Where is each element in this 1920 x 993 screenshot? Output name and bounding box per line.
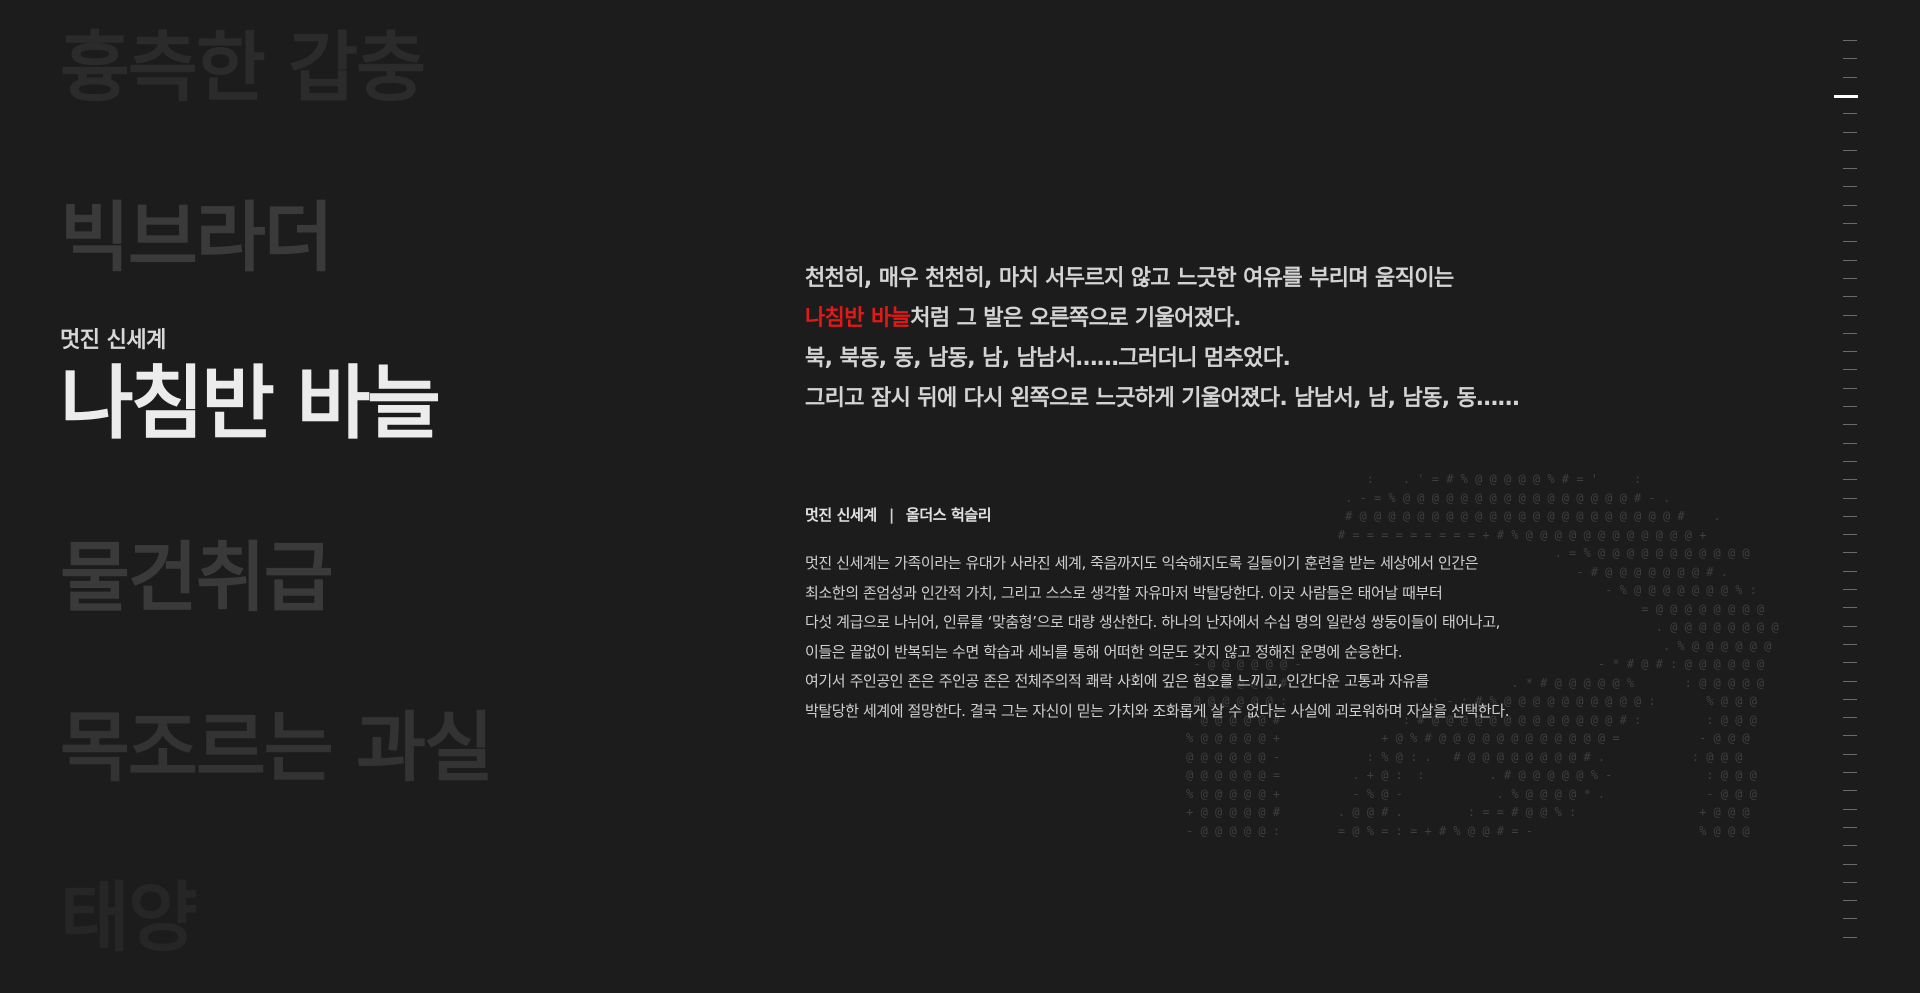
scroll-tick[interactable] (1843, 479, 1857, 481)
scroll-tick[interactable] (1843, 277, 1857, 279)
book-description-line: 멋진 신세계는 가족이라는 유대가 사라진 세계, 죽음까지도 익숙해지도록 길… (805, 554, 1479, 572)
scroll-tick[interactable] (1843, 76, 1857, 78)
book-description-line: 여기서 주인공인 존은 주인공 존은 전체주의적 쾌락 사회에 깊은 혐오를 느… (805, 672, 1429, 690)
scroll-tick[interactable] (1843, 863, 1857, 865)
ascii-art-line: + @ @ @ @ @ # . @ @ # . : = = # @ @ % : … (1150, 805, 1750, 819)
scroll-tick[interactable] (1843, 753, 1857, 755)
scroll-tick[interactable] (1843, 58, 1857, 60)
book-description-line: 박탈당한 세계에 절망한다. 결국 그는 자신이 믿는 가치와 조화롭게 살 수… (805, 701, 1510, 720)
quote-line-rest: 처럼 그 발은 오른쪽으로 기울어졌다. (910, 306, 1241, 331)
scroll-tick[interactable] (1843, 351, 1857, 353)
scroll-tick[interactable] (1843, 625, 1857, 627)
ascii-art-line: @ @ @ @ @ @ - : % @ : . # @ @ @ @ @ @ @ … (1150, 749, 1743, 764)
scroll-tick[interactable] (1843, 790, 1857, 792)
book-author: 올더스 헉슬리 (905, 506, 992, 524)
book-title: 멋진 신세계 (805, 506, 877, 524)
quote-line: 그리고 잠시 뒤에 다시 왼쪽으로 느긋하게 기울어졌다. 남남서, 남, 남동… (805, 386, 1520, 411)
scroll-tick[interactable] (1843, 589, 1857, 590)
book-description: 멋진 신세계는 가족이라는 유대가 사라진 세계, 죽음까지도 익숙해지도록 길… (805, 549, 1605, 726)
scroll-tick[interactable] (1843, 223, 1857, 224)
scroll-tick[interactable] (1843, 497, 1857, 499)
scroll-tick[interactable] (1843, 406, 1857, 407)
scroll-tick[interactable] (1843, 149, 1857, 151)
scroll-tick[interactable] (1843, 845, 1857, 847)
quote-line: 북, 북동, 동, 남동, 남, 남남서……그러더니 멈추었다. (805, 346, 1291, 371)
quote-highlight: 나침반 바늘 (805, 306, 911, 331)
scroll-tick[interactable] (1843, 204, 1857, 206)
scroll-tick[interactable] (1843, 735, 1857, 737)
page: : . ' = # % @ @ @ @ @ % # = ' : . - = % … (0, 0, 1920, 993)
ascii-art-line: : . ' = # % @ @ @ @ @ % # = ' : (1150, 472, 1642, 486)
scroll-tick[interactable] (1843, 241, 1857, 243)
scroll-tick[interactable] (1843, 296, 1857, 298)
book-info: 멋진 신세계 | 올더스 헉슬리 멋진 신세계는 가족이라는 유대가 사라진 세계,… (805, 504, 1605, 726)
book-description-line: 이들은 끝없이 반복되는 수면 학습과 세뇌를 통해 어떠한 의문도 갖지 않고… (805, 642, 1403, 661)
scroll-tick[interactable] (1843, 717, 1857, 719)
scroll-tick[interactable] (1843, 168, 1857, 170)
scroll-tick[interactable] (1843, 643, 1857, 645)
scroll-tick[interactable] (1843, 369, 1857, 371)
scroll-tick[interactable] (1843, 442, 1857, 444)
scroll-tick[interactable] (1843, 680, 1857, 682)
active-word-group: 멋진 신세계 나침반 바늘 (60, 322, 441, 444)
scroll-tick[interactable] (1843, 186, 1857, 188)
ascii-art-line: % @ @ @ @ @ + - % @ - . % @ @ @ @ * . - … (1150, 786, 1757, 801)
scroll-tick[interactable] (1843, 698, 1857, 700)
quote-line: 나침반 바늘처럼 그 발은 오른쪽으로 기울어졌다. (805, 299, 1625, 339)
word-item[interactable]: 태양 (60, 880, 198, 956)
book-description-line: 최소한의 존엄성과 인간적 가치, 그리고 스스로 생각할 자유마저 박탈당한다… (805, 583, 1443, 602)
scroll-tick[interactable] (1843, 113, 1857, 115)
active-book-title: 멋진 신세계 (60, 328, 166, 353)
scroll-tick[interactable] (1843, 387, 1857, 389)
scroll-indicator[interactable] (1834, 40, 1861, 950)
scroll-tick[interactable] (1843, 515, 1857, 517)
scroll-tick[interactable] (1843, 534, 1857, 536)
scroll-tick[interactable] (1843, 936, 1857, 938)
scroll-tick[interactable] (1843, 259, 1857, 261)
ascii-art-line: - @ @ @ @ @ : = @ % = : = + # % @ @ # = … (1150, 823, 1750, 838)
ascii-art-line: % @ @ @ @ @ + + @ % # @ @ @ @ @ @ @ @ @ … (1150, 731, 1750, 745)
ascii-art-line: @ @ @ @ @ @ = . + @ : : . # @ @ @ @ @ % … (1150, 768, 1757, 782)
book-description-line: 다섯 계급으로 나뉘어, 인류를 ‘맞춤형’으로 대량 생산한다. 하나의 난자… (805, 613, 1501, 631)
scroll-tick[interactable] (1843, 881, 1857, 883)
scroll-tick-active[interactable] (1834, 94, 1858, 98)
quote: 천천히, 매우 천천히, 마치 서두르지 않고 느긋한 여유를 부리며 움직이는… (805, 259, 1625, 419)
scroll-tick[interactable] (1843, 570, 1857, 572)
scroll-tick[interactable] (1843, 424, 1857, 426)
word-list: 흉측한 갑충 빅브라더 멋진 신세계 나침반 바늘 물건취급 목조르는 과실 태… (60, 0, 620, 993)
active-word[interactable]: 나침반 바늘 (60, 364, 441, 444)
quote-line: 천천히, 매우 천천히, 마치 서두르지 않고 느긋한 여유를 부리며 움직이는 (805, 266, 1454, 291)
word-item[interactable]: 물건취급 (60, 540, 334, 616)
scroll-tick[interactable] (1843, 772, 1857, 773)
scroll-tick[interactable] (1843, 918, 1857, 920)
scroll-tick[interactable] (1843, 826, 1857, 828)
book-meta: 멋진 신세계 | 올더스 헉슬리 (805, 504, 1605, 525)
scroll-tick[interactable] (1843, 552, 1857, 554)
scroll-tick[interactable] (1843, 332, 1857, 334)
word-item[interactable]: 흉측한 갑충 (60, 30, 426, 106)
scroll-tick[interactable] (1843, 131, 1857, 133)
scroll-tick[interactable] (1843, 900, 1857, 902)
scroll-tick[interactable] (1843, 460, 1857, 462)
scroll-tick[interactable] (1843, 607, 1857, 609)
word-item[interactable]: 빅브라더 (60, 200, 334, 276)
scroll-tick[interactable] (1843, 40, 1857, 41)
scroll-tick[interactable] (1843, 808, 1857, 810)
scroll-tick[interactable] (1843, 314, 1857, 316)
scroll-tick[interactable] (1843, 662, 1857, 664)
book-meta-separator: | (888, 506, 895, 524)
word-item[interactable]: 목조르는 과실 (60, 710, 494, 786)
